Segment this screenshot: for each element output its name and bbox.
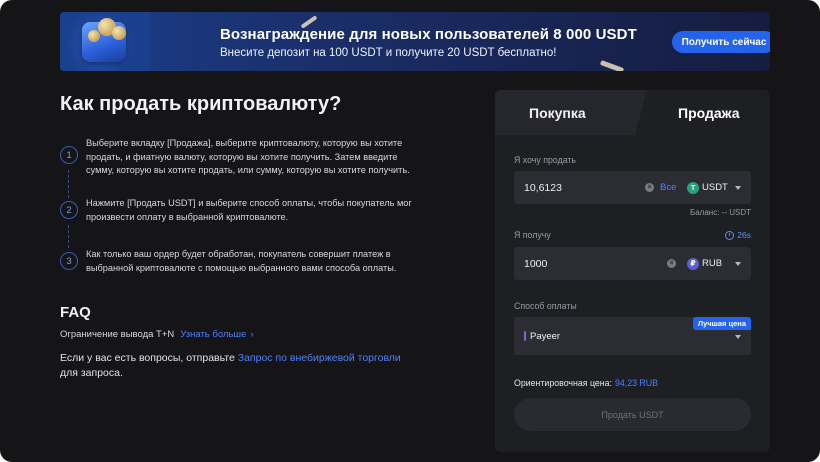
- chevron-down-icon[interactable]: [735, 335, 741, 339]
- sell-currency-label: USDT: [702, 182, 728, 193]
- max-all-button[interactable]: Все: [660, 182, 676, 193]
- balance-text: Баланс: -- USDT: [689, 208, 751, 217]
- step-text: Как только ваш ордер будет обработан, по…: [86, 249, 397, 273]
- sell-amount-input[interactable]: 10,6123: [524, 182, 562, 194]
- app-frame: Вознаграждение для новых пользователей 8…: [0, 0, 820, 462]
- payment-method-select[interactable]: Payeer Лучшая цена: [514, 317, 751, 355]
- page-title: Как продать криптовалюту?: [60, 93, 342, 115]
- sell-usdt-button[interactable]: Продать USDT: [514, 398, 751, 431]
- estimated-price: Ориентировочная цена: 94,23 RUB: [514, 378, 658, 388]
- clear-icon[interactable]: ×: [667, 259, 676, 268]
- chevron-right-icon: ›: [250, 329, 254, 340]
- tab-sell[interactable]: Продажа: [635, 90, 770, 135]
- receive-amount-field[interactable]: 1000 × ₽ RUB: [514, 247, 751, 280]
- faq-item-text: Ограничение вывода T+N: [60, 329, 175, 340]
- chevron-down-icon[interactable]: [735, 262, 741, 266]
- step-number: 2: [60, 201, 78, 219]
- trade-panel: Покупка Продажа Я хочу продать 10,6123 ×…: [495, 90, 770, 452]
- sell-amount-field[interactable]: 10,6123 × Все T USDT: [514, 171, 751, 204]
- clear-icon[interactable]: ×: [645, 183, 654, 192]
- usdt-coin-icon: T: [687, 181, 699, 194]
- estimate-value: 94,23 RUB: [614, 378, 658, 388]
- timer-value: 26s: [737, 230, 751, 240]
- faq-question: Если у вас есть вопросы, отправьте Запро…: [60, 351, 420, 381]
- receive-currency-label: RUB: [702, 258, 723, 269]
- step-text: Выберите вкладку [Продажа], выберите кри…: [86, 138, 410, 175]
- estimate-label: Ориентировочная цена:: [514, 378, 612, 388]
- coin-icon: [112, 26, 126, 40]
- sell-label: Я хочу продать: [514, 155, 577, 165]
- step-connector: [68, 225, 69, 248]
- receive-currency-select[interactable]: ₽ RUB: [687, 257, 723, 270]
- tab-buy[interactable]: Покупка: [495, 90, 647, 135]
- step-text: Нажмите [Продать USDT] и выберите способ…: [86, 198, 412, 222]
- receive-label: Я получу: [514, 230, 551, 240]
- step-number: 3: [60, 252, 78, 270]
- coin-icon: [88, 30, 100, 42]
- payment-method-value: Payeer: [530, 331, 561, 342]
- faq-question-prefix: Если у вас есть вопросы, отправьте: [60, 352, 235, 364]
- faq-item: Ограничение вывода T+N Узнать больше ›: [60, 329, 253, 340]
- clock-icon: [725, 230, 735, 240]
- step-connector: [68, 170, 69, 198]
- faq-question-suffix: для запроса.: [60, 367, 123, 379]
- chevron-down-icon[interactable]: [735, 186, 741, 190]
- payment-label: Способ оплаты: [514, 301, 577, 311]
- faq-title: FAQ: [60, 304, 91, 321]
- banner-subtitle: Внесите депозит на 100 USDT и получите 2…: [220, 47, 557, 59]
- promo-banner[interactable]: Вознаграждение для новых пользователей 8…: [60, 12, 770, 71]
- banner-title: Вознаграждение для новых пользователей 8…: [220, 26, 637, 43]
- price-refresh-timer: 26s: [725, 230, 751, 240]
- sell-currency-select[interactable]: T USDT: [687, 181, 728, 194]
- payeer-marker: [524, 331, 526, 341]
- confetti-decoration: [599, 60, 625, 71]
- otc-request-link[interactable]: Запрос по внебиржевой торговли: [238, 352, 401, 364]
- learn-more-link[interactable]: Узнать больше: [180, 329, 246, 340]
- best-price-badge: Лучшая цена: [692, 317, 751, 330]
- rub-coin-icon: ₽: [687, 257, 699, 270]
- get-now-button[interactable]: Получить сейчас: [672, 31, 770, 53]
- step-number: 1: [60, 146, 78, 164]
- receive-amount-input[interactable]: 1000: [524, 258, 547, 270]
